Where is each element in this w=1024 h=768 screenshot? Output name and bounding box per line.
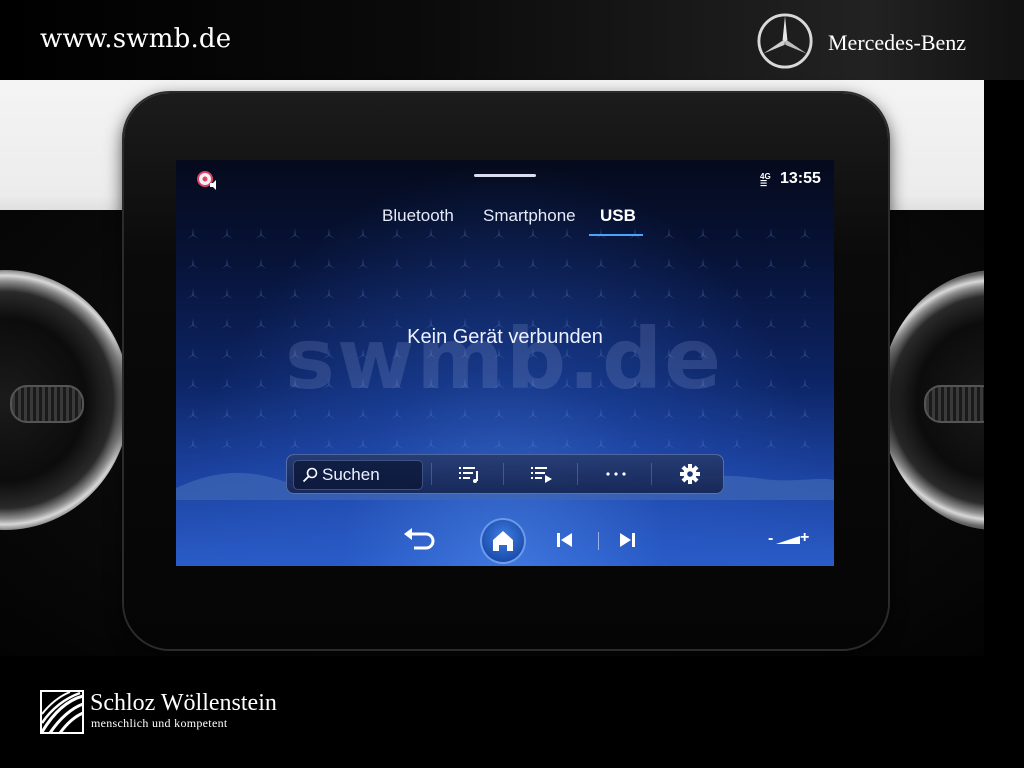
- volume-minus[interactable]: -: [768, 530, 773, 548]
- toolbar-divider: [651, 463, 652, 485]
- tab-smartphone[interactable]: Smartphone: [483, 206, 576, 226]
- network-label: 4G: [760, 172, 771, 181]
- clock: 13:55: [780, 170, 821, 187]
- source-tabs: Bluetooth Smartphone USB: [176, 206, 834, 240]
- search-icon: [302, 467, 318, 483]
- toolbar-divider: [577, 463, 578, 485]
- search-button[interactable]: Suchen: [293, 460, 423, 490]
- toolbar-divider: [431, 463, 432, 485]
- settings-icon: [680, 464, 700, 484]
- previous-track-icon: [557, 533, 572, 547]
- drag-handle[interactable]: [474, 174, 536, 177]
- playlist-button[interactable]: [449, 460, 489, 488]
- settings-button[interactable]: [669, 460, 709, 488]
- media-source-icon[interactable]: [196, 170, 218, 192]
- mercedes-star-icon: [757, 13, 813, 69]
- toolbar-divider: [503, 463, 504, 485]
- queue-button[interactable]: [521, 460, 561, 488]
- dealer-name: Schloz Wöllenstein: [90, 690, 277, 716]
- brand-name: Mercedes-Benz: [828, 30, 967, 55]
- tab-usb[interactable]: USB: [600, 206, 636, 226]
- back-icon: [404, 528, 435, 550]
- next-track-icon: [620, 533, 635, 547]
- network-icon: 4G ☰: [760, 172, 771, 188]
- more-button[interactable]: [595, 460, 635, 488]
- active-tab-indicator: [589, 234, 643, 236]
- dealer-header: www.swmb.de Mercedes-Benz: [0, 0, 1024, 80]
- playlist-icon: [459, 467, 478, 483]
- volume-control[interactable]: - +: [768, 529, 810, 550]
- vent-knob-left: [10, 385, 84, 423]
- next-track-button[interactable]: [618, 532, 636, 553]
- infotainment-screen: swmb.de 4G ☰ 13:55 Bluetooth Smartphone U…: [176, 160, 834, 566]
- dealer-logo-icon: [40, 690, 84, 734]
- previous-track-button[interactable]: [556, 532, 574, 553]
- home-icon: [493, 531, 513, 551]
- status-message: Kein Gerät verbunden: [407, 326, 603, 348]
- bottom-navigation: - +: [176, 512, 834, 566]
- media-toolbar: Suchen: [286, 454, 724, 494]
- vent-knob-right: [924, 385, 984, 423]
- queue-icon: [531, 467, 552, 483]
- home-button[interactable]: [482, 520, 524, 562]
- dealer-tagline: menschlich und kompetent: [91, 716, 228, 730]
- dealer-footer: Schloz Wöllenstein menschlich und kompet…: [0, 656, 1024, 768]
- back-button[interactable]: [402, 528, 436, 557]
- frame-strip: [984, 80, 1024, 656]
- tab-bluetooth[interactable]: Bluetooth: [382, 206, 454, 226]
- more-icon: [606, 472, 626, 476]
- track-divider: [598, 532, 599, 550]
- volume-icon: [776, 536, 800, 544]
- status-bar: 4G ☰ 13:55: [176, 160, 834, 200]
- watermark: swmb.de: [284, 310, 724, 408]
- search-label: Suchen: [322, 465, 380, 484]
- volume-plus[interactable]: +: [800, 529, 809, 547]
- site-url[interactable]: www.swmb.de: [40, 24, 231, 54]
